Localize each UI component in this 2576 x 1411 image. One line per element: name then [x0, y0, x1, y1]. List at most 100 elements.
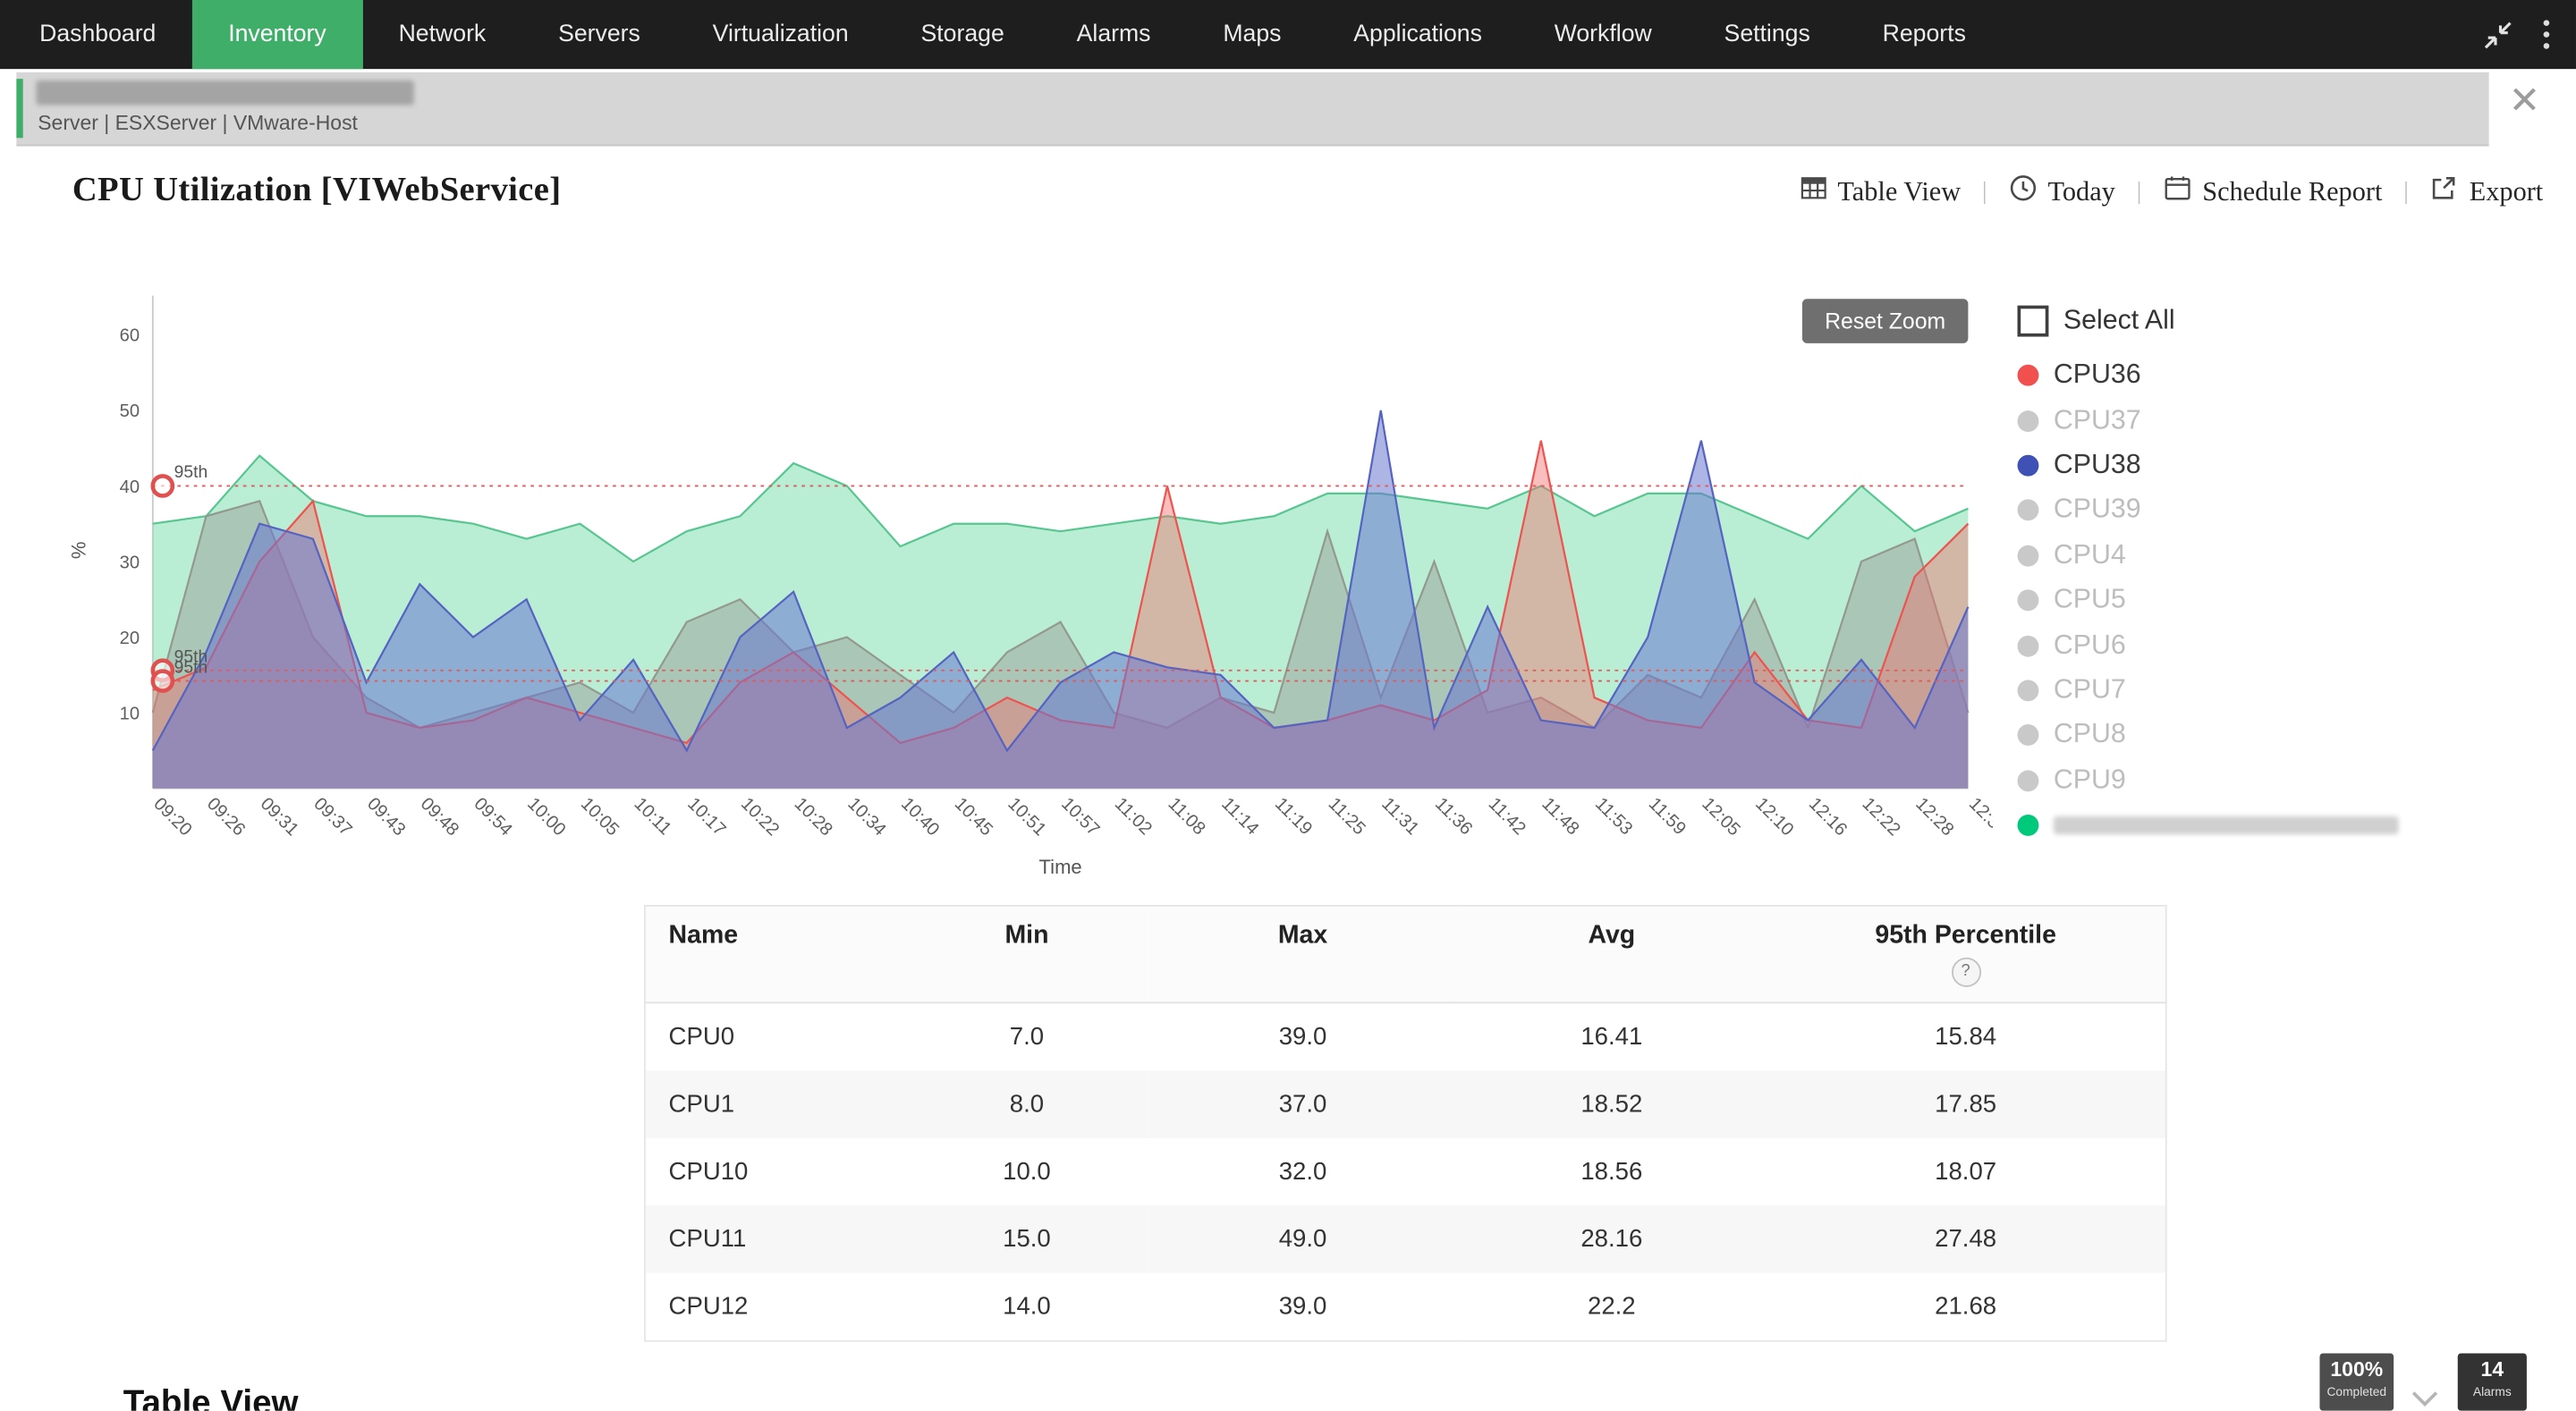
x-tick-label: 12:16 [1805, 794, 1851, 840]
legend-item-label: CPU9 [2054, 765, 2126, 796]
alarms-badge[interactable]: 14 Alarms [2458, 1353, 2527, 1410]
calendar-icon [2163, 174, 2190, 210]
legend-item-cpu9[interactable]: CPU9 [2018, 758, 2560, 803]
series-color-dot [2018, 545, 2039, 566]
top-nav: Dashboard Inventory Network Servers Virt… [0, 0, 2576, 69]
nav-item-servers[interactable]: Servers [522, 0, 677, 69]
nav-item-inventory[interactable]: Inventory [192, 0, 362, 69]
legend-items: CPU36 CPU37 CPU38 CPU39 CPU4 CPU5 [2018, 353, 2560, 848]
cpu-utilization-chart[interactable]: 10203040506095th95th95th09:2009:2609:310… [63, 276, 1993, 892]
legend-item-label: CPU4 [2054, 540, 2126, 571]
column-header-95th-label: 95th Percentile [1789, 921, 2142, 951]
x-tick-label: 11:48 [1538, 794, 1582, 839]
series-color-dot [2018, 770, 2039, 791]
export-button[interactable]: Export [2430, 174, 2544, 210]
legend-item-cpu38[interactable]: CPU38 [2018, 444, 2560, 488]
time-period-button[interactable]: Today [2008, 174, 2114, 210]
legend-item-cpu36[interactable]: CPU36 [2018, 353, 2560, 398]
close-icon[interactable]: ✕ [2509, 82, 2540, 120]
separator: | [2403, 178, 2409, 206]
progress-badge[interactable]: 100% Completed [2319, 1353, 2394, 1410]
y-tick-label: 50 [120, 401, 140, 421]
table-header-row: Name Min Max Avg 95th Percentile ? [645, 906, 2166, 1002]
cell-max: 39.0 [1148, 1272, 1457, 1340]
x-tick-label: 09:31 [257, 794, 302, 840]
export-label: Export [2470, 176, 2544, 209]
cell-min: 8.0 [905, 1071, 1148, 1138]
table-view-label: Table View [1837, 176, 1961, 209]
nav-item-applications[interactable]: Applications [1318, 0, 1518, 69]
export-icon [2430, 174, 2458, 210]
table-view-button[interactable]: Table View [1800, 176, 1961, 209]
legend-item-label: CPU7 [2054, 675, 2126, 706]
legend-item-label: CPU6 [2054, 629, 2126, 661]
kebab-menu-icon[interactable] [2543, 20, 2549, 49]
cell-max: 32.0 [1148, 1138, 1457, 1205]
x-tick-label: 09:43 [363, 794, 409, 840]
clock-icon [2008, 174, 2036, 210]
status-accent-bar [16, 79, 22, 138]
collapse-icon[interactable] [2482, 19, 2513, 50]
separator: | [2137, 178, 2142, 206]
chevron-down-icon[interactable] [2411, 1386, 2437, 1411]
legend-item-cpu37[interactable]: CPU37 [2018, 398, 2560, 443]
legend-item-label: CPU8 [2054, 720, 2126, 751]
nav-item-settings[interactable]: Settings [1688, 0, 1846, 69]
nav-item-reports[interactable]: Reports [1846, 0, 2002, 69]
breadcrumb: Server | ESXServer | VMware-Host [38, 112, 358, 135]
column-header-name: Name [645, 906, 905, 1002]
x-tick-label: 09:37 [309, 794, 355, 840]
legend-item-cpu8[interactable]: CPU8 [2018, 713, 2560, 757]
select-all-checkbox[interactable] [2018, 306, 2049, 337]
cell-95th: 15.84 [1766, 1002, 2165, 1070]
column-header-avg: Avg [1457, 906, 1766, 1002]
nav-item-workflow[interactable]: Workflow [1518, 0, 1688, 69]
nav-item-network[interactable]: Network [362, 0, 522, 69]
cell-min: 7.0 [905, 1002, 1148, 1070]
x-tick-label: 09:54 [470, 794, 515, 840]
legend-item-redacted[interactable] [2018, 803, 2560, 848]
x-tick-label: 11:42 [1485, 794, 1530, 839]
legend-item-cpu6[interactable]: CPU6 [2018, 623, 2560, 668]
threshold-label: 95th [174, 658, 208, 677]
nav-item-virtualization[interactable]: Virtualization [676, 0, 885, 69]
threshold-marker[interactable] [153, 476, 173, 495]
select-all-label: Select All [2063, 306, 2175, 337]
nav-item-alarms[interactable]: Alarms [1040, 0, 1187, 69]
series-color-dot [2018, 635, 2039, 656]
help-icon[interactable]: ? [1951, 958, 1980, 987]
cell-name: CPU11 [645, 1205, 905, 1272]
y-tick-label: 60 [120, 326, 140, 346]
legend-item-label: CPU5 [2054, 585, 2126, 616]
cell-avg: 28.16 [1457, 1205, 1766, 1272]
x-tick-label: 11:36 [1431, 794, 1476, 839]
threshold-marker[interactable] [153, 672, 173, 691]
alarms-count: 14 [2458, 1360, 2527, 1382]
cell-avg: 18.56 [1457, 1138, 1766, 1205]
series-color-dot [2018, 410, 2039, 431]
column-header-min: Min [905, 906, 1148, 1002]
reset-zoom-button[interactable]: Reset Zoom [1802, 299, 1969, 343]
nav-item-dashboard[interactable]: Dashboard [4, 0, 192, 69]
y-tick-label: 30 [120, 553, 140, 572]
nav-item-storage[interactable]: Storage [885, 0, 1040, 69]
x-tick-label: 09:20 [149, 794, 195, 840]
cell-max: 49.0 [1148, 1205, 1457, 1272]
series-color-dot [2018, 680, 2039, 701]
x-tick-label: 11:02 [1111, 794, 1156, 839]
y-tick-label: 40 [120, 477, 140, 497]
legend-item-cpu4[interactable]: CPU4 [2018, 533, 2560, 578]
cpu-stats-table: Name Min Max Avg 95th Percentile ? CPU0 … [644, 905, 2167, 1342]
cell-avg: 22.2 [1457, 1272, 1766, 1340]
schedule-report-button[interactable]: Schedule Report [2163, 174, 2382, 210]
nav-item-maps[interactable]: Maps [1187, 0, 1318, 69]
select-all-row[interactable]: Select All [2018, 306, 2560, 337]
x-tick-label: 12:33 [1965, 794, 1993, 840]
legend-item-cpu7[interactable]: CPU7 [2018, 668, 2560, 713]
legend-item-cpu5[interactable]: CPU5 [2018, 578, 2560, 622]
x-tick-label: 10:40 [897, 794, 943, 840]
legend-item-cpu39[interactable]: CPU39 [2018, 488, 2560, 533]
x-tick-label: 11:31 [1377, 794, 1422, 839]
cell-min: 15.0 [905, 1205, 1148, 1272]
y-tick-label: 20 [120, 629, 140, 648]
